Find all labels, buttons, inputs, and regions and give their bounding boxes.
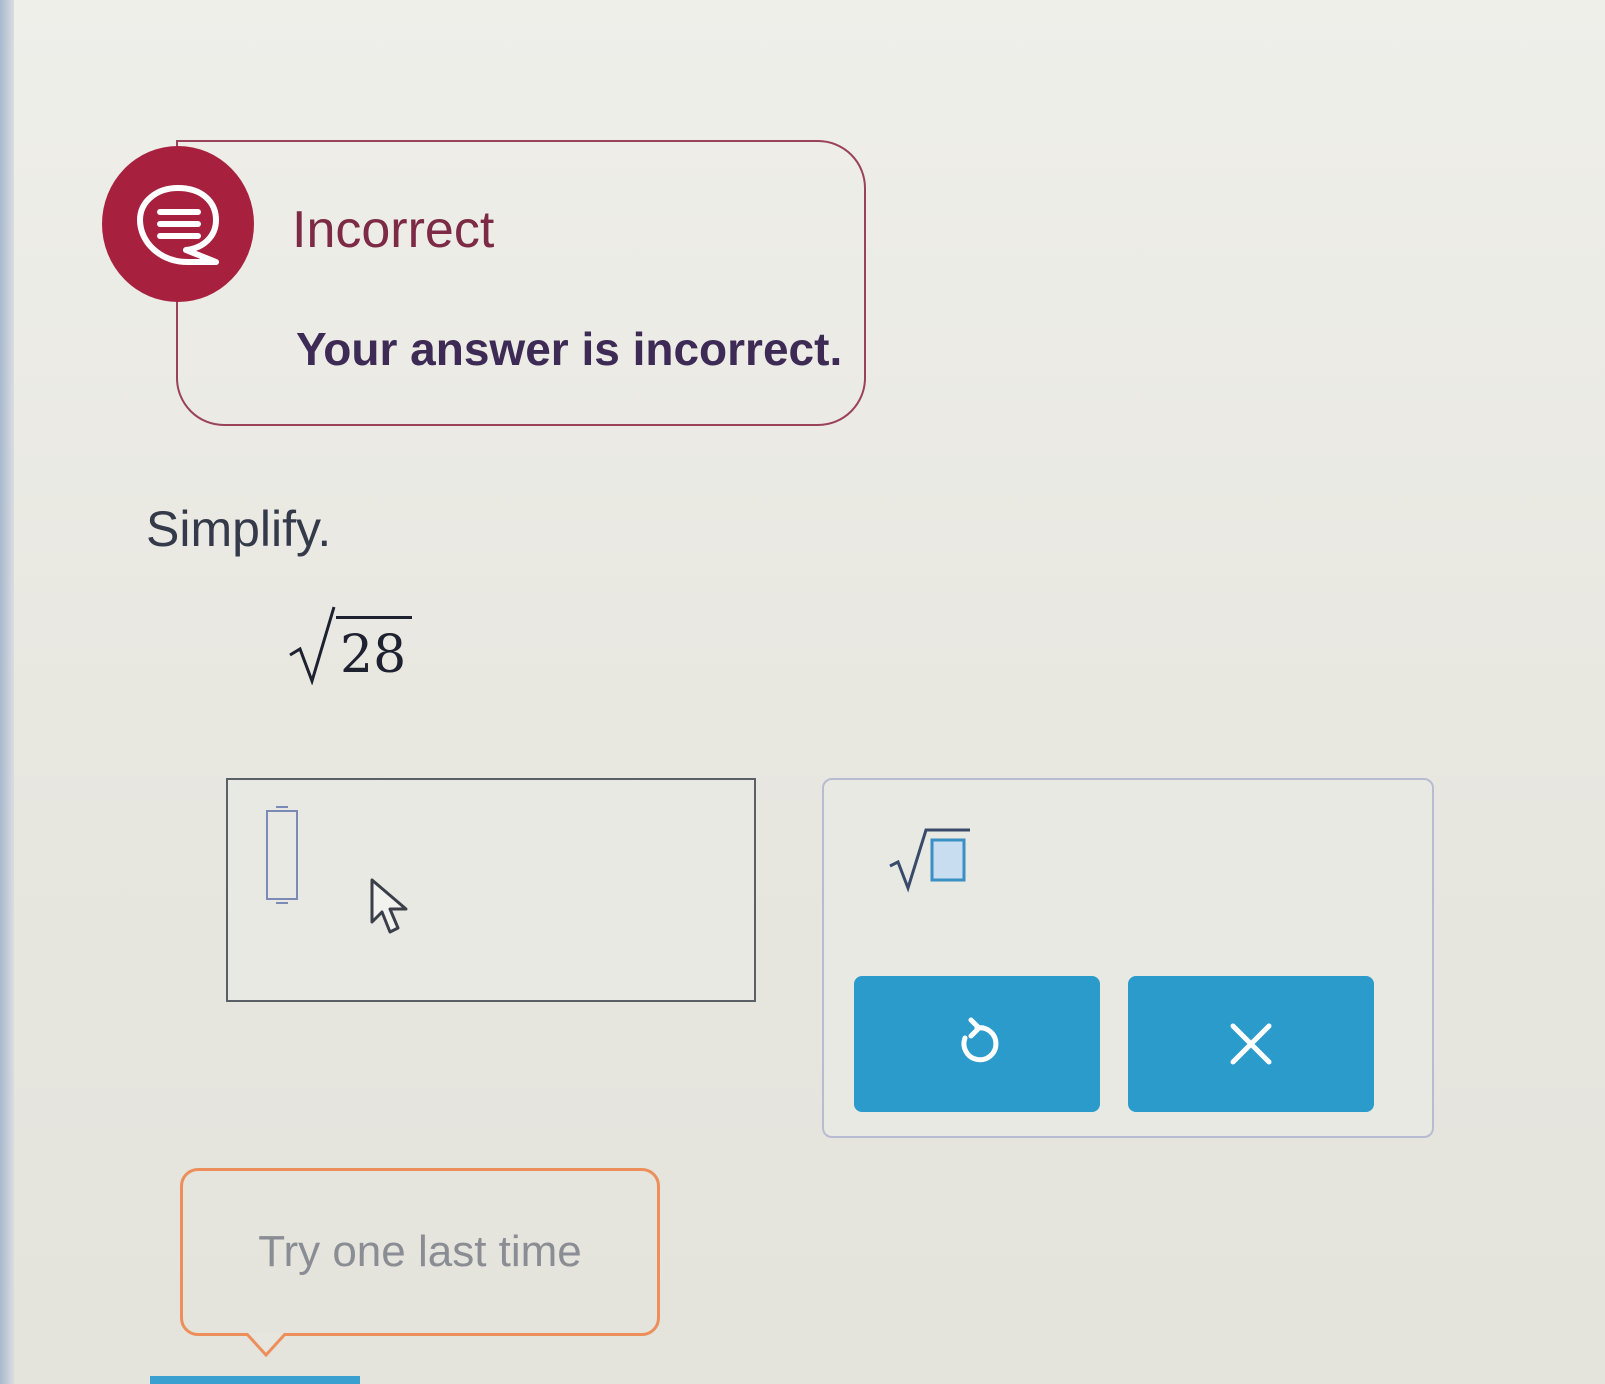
progress-strip — [150, 1376, 360, 1384]
feedback-message: Your answer is incorrect. — [296, 323, 843, 375]
attempt-hint-text: Try one last time — [258, 1227, 582, 1276]
close-icon — [1230, 1023, 1272, 1065]
page: Incorrect Your answer is incorrect. Simp… — [0, 0, 1605, 1384]
screen-edge — [0, 0, 14, 1384]
radical-sign-icon — [289, 606, 336, 685]
sqrt-icon[interactable] — [886, 822, 972, 894]
text-caret — [266, 806, 298, 904]
chat-bubble-icon — [137, 185, 219, 265]
undo-button[interactable] — [854, 976, 1100, 1112]
feedback-badge — [102, 146, 254, 302]
undo-icon — [961, 1017, 999, 1063]
math-expression: 28 — [288, 605, 413, 685]
problem-instruction: Simplify. — [146, 501, 332, 557]
feedback-title: Incorrect — [292, 201, 495, 259]
bubble-tail-icon — [246, 1333, 286, 1357]
mouse-pointer-icon — [370, 878, 408, 934]
radicand: 28 — [336, 616, 413, 685]
math-tools-palette — [822, 778, 1434, 1138]
clear-button[interactable] — [1128, 976, 1374, 1112]
answer-input[interactable] — [226, 778, 756, 1002]
feedback-panel — [176, 140, 866, 426]
attempt-hint-bubble: Try one last time — [180, 1168, 660, 1336]
